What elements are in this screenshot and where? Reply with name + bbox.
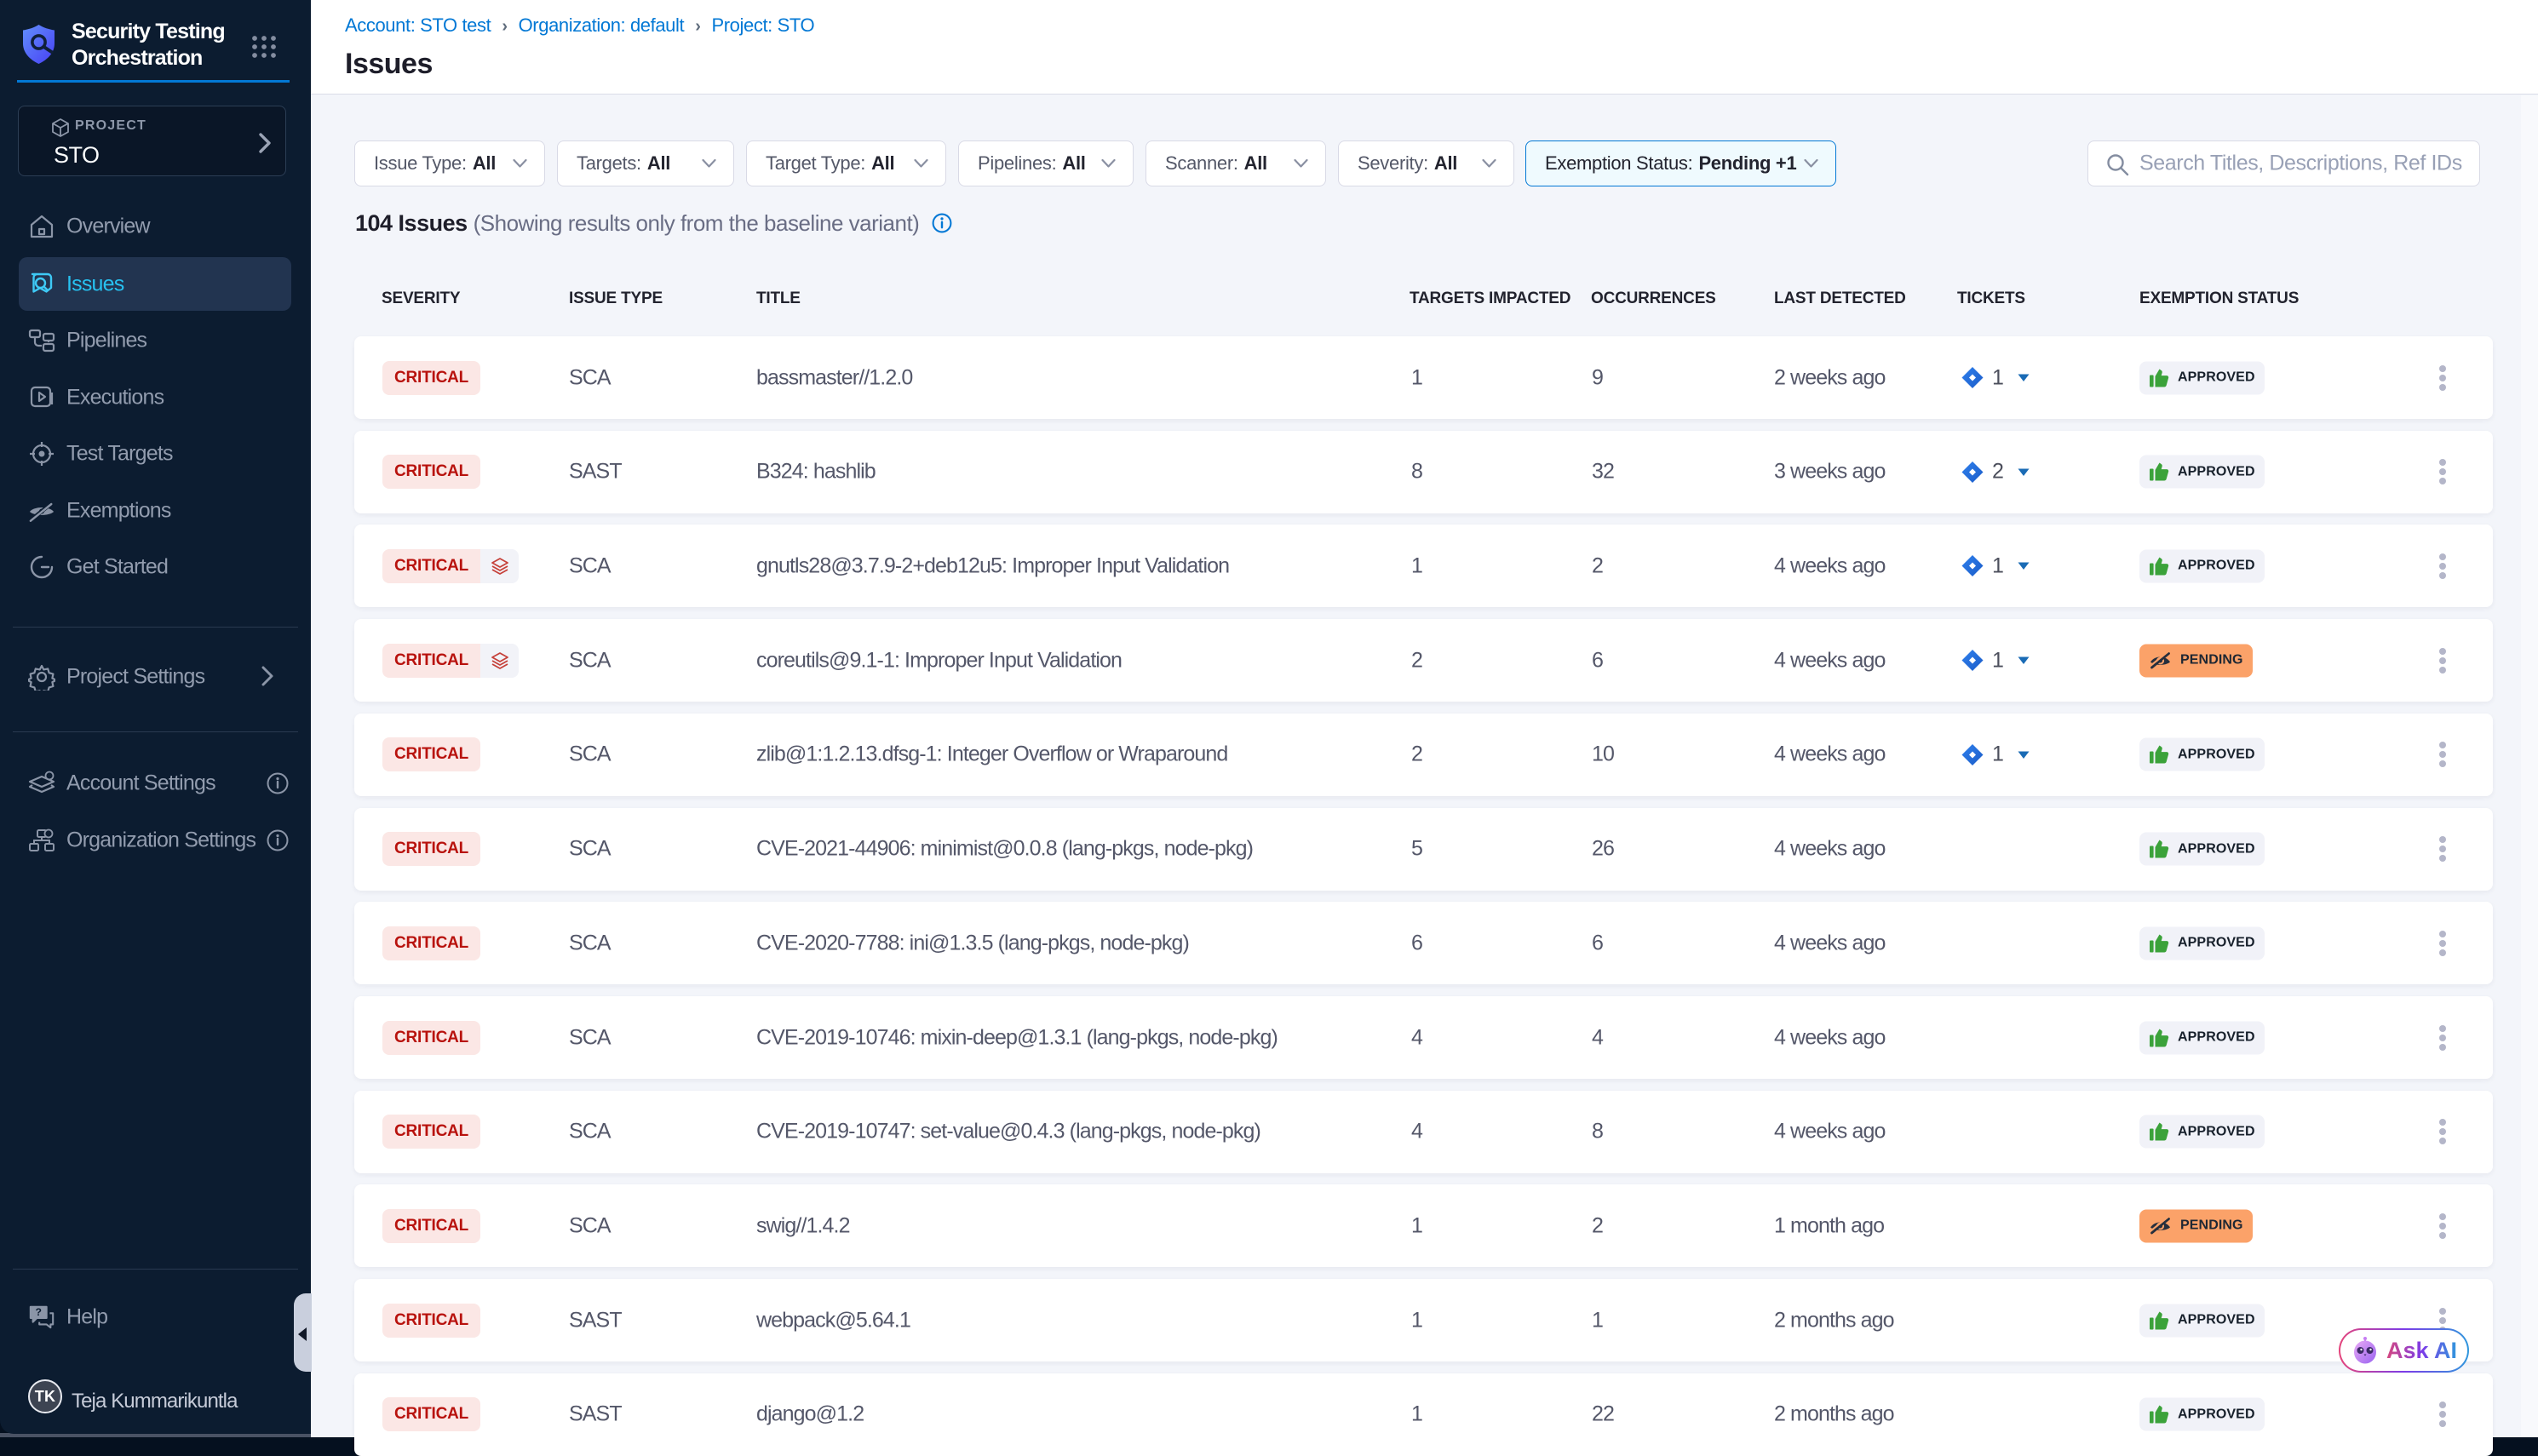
svg-text:?: ?: [35, 1306, 41, 1318]
